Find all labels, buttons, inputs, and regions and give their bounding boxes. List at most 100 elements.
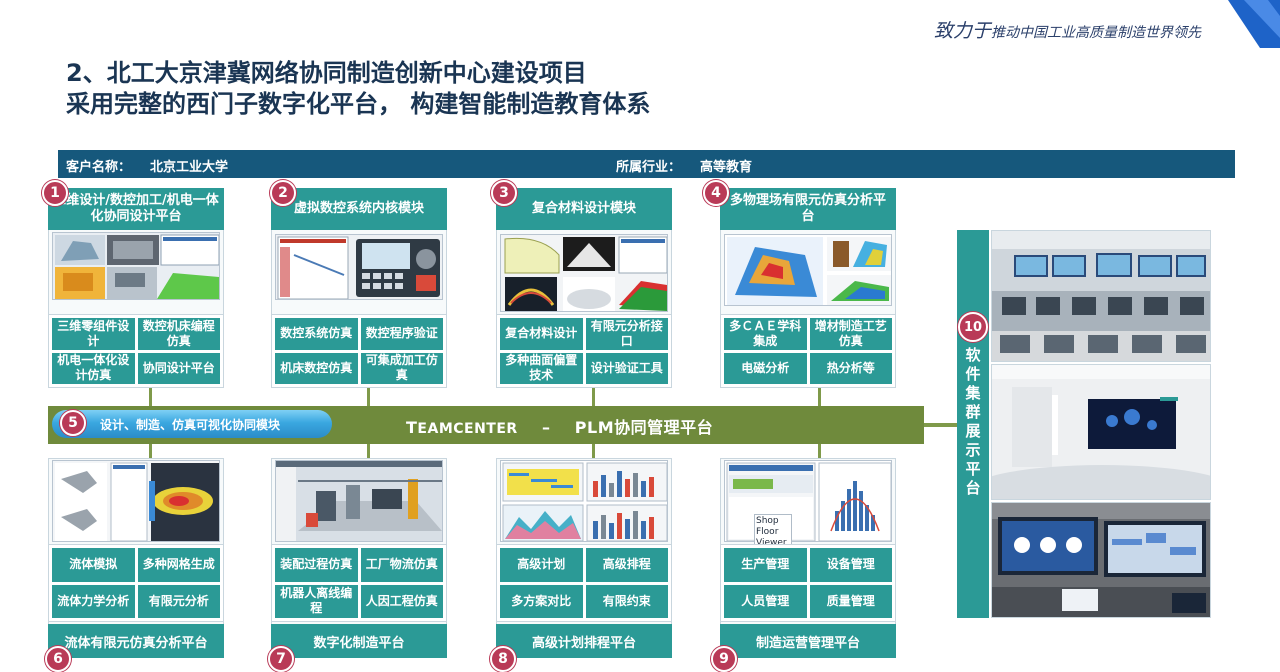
- module-9: Shop Floor Viewer 生产管理 设备管理 人员管理 质量管理 制造…: [720, 458, 896, 658]
- badge-5: 5: [60, 410, 86, 436]
- plm-side-connector: [924, 423, 958, 427]
- module-7-grid: 装配过程仿真 工厂物流仿真 机器人离线编程 人因工程仿真: [271, 544, 447, 622]
- connector-2: [367, 388, 370, 406]
- module-2-title: 虚拟数控系统内核模块: [271, 188, 447, 230]
- module-2-grid: 数控系统仿真 数控程序验证 机床数控仿真 可集成加工仿真: [271, 314, 447, 388]
- module-9-cell-3: 人员管理: [724, 584, 807, 618]
- module-7-cell-4: 人因工程仿真: [360, 584, 443, 618]
- module-6-image: [52, 460, 220, 542]
- module-3-cell-3: 多种曲面偏置技术: [500, 352, 583, 384]
- slogan: 致力于推动中国工业高质量制造世界领先: [934, 16, 1201, 43]
- module-7-cell-2: 工厂物流仿真: [360, 548, 443, 582]
- plm-prefix-cap: T: [406, 418, 418, 437]
- showcase-label: 软件集群展示平台: [965, 346, 981, 497]
- page-title-line1: 2、北工大京津冀网络协同制造创新中心建设项目: [66, 59, 587, 87]
- module-3: 复合材料设计模块 复合材料设计 有限元分析接口 多种曲面偏置技术 设计验证工具: [496, 188, 672, 388]
- connector-4: [818, 388, 821, 406]
- showcase-photo-1: [991, 230, 1211, 362]
- module-1-cell-3: 机电一体化设计仿真: [52, 352, 135, 384]
- showcase-photo-3: [991, 502, 1211, 618]
- module-4-cell-3: 电磁分析: [724, 352, 807, 384]
- visualization-module-pipe: 设计、制造、仿真可视化协同模块: [52, 410, 332, 438]
- badge-2: 2: [270, 180, 296, 206]
- badge-7: 7: [268, 646, 294, 672]
- module-1-image: [52, 232, 220, 300]
- info-bar: 客户名称： 北京工业大学 所属行业： 高等教育: [58, 150, 1235, 178]
- badge-10: 10: [958, 312, 988, 342]
- module-3-cell-1: 复合材料设计: [500, 318, 583, 350]
- module-1-cell-1: 三维零组件设计: [52, 318, 135, 350]
- module-8-cell-2: 高级排程: [585, 548, 668, 582]
- module-1-grid: 三维零组件设计 数控机床编程仿真 机电一体化设计仿真 协同设计平台: [48, 314, 224, 388]
- module-6-cell-3: 流体力学分析: [52, 584, 135, 618]
- connector-3: [592, 388, 595, 406]
- module-6-title: 流体有限元仿真分析平台: [48, 624, 224, 658]
- connector-1: [149, 388, 152, 406]
- module-1-title: 三维设计/数控加工/机电一体化协同设计平台: [48, 188, 224, 230]
- module-6-cell-1: 流体模拟: [52, 548, 135, 582]
- module-8-cell-1: 高级计划: [500, 548, 583, 582]
- module-6-grid: 流体模拟 多种网格生成 流体力学分析 有限元分析: [48, 544, 224, 622]
- plm-platform-label: TEAMCENTER – PLM协同管理平台: [406, 414, 713, 438]
- connector-9: [818, 444, 821, 458]
- module-9-grid: 生产管理 设备管理 人员管理 质量管理: [720, 544, 896, 622]
- module-1-cell-4: 协同设计平台: [137, 352, 220, 384]
- module-4-cell-4: 热分析等: [809, 352, 892, 384]
- module-2: 虚拟数控系统内核模块 数控系统仿真 数控程序验证 机床数控仿真 可集成加工仿真: [271, 188, 447, 388]
- customer-value: 北京工业大学: [150, 160, 229, 175]
- module-9-cell-4: 质量管理: [809, 584, 892, 618]
- module-6-cell-4: 有限元分析: [137, 584, 220, 618]
- badge-8: 8: [490, 646, 516, 672]
- module-9-image: [724, 460, 892, 542]
- connector-6: [149, 444, 152, 458]
- plm-name: PLM协同管理平台: [574, 418, 714, 437]
- page-title-line2: 采用完整的西门子数字化平台， 构建智能制造教育体系: [66, 90, 651, 118]
- module-3-grid: 复合材料设计 有限元分析接口 多种曲面偏置技术 设计验证工具: [496, 314, 672, 388]
- module-6-cell-2: 多种网格生成: [137, 548, 220, 582]
- module-7: 装配过程仿真 工厂物流仿真 机器人离线编程 人因工程仿真 数字化制造平台: [271, 458, 447, 658]
- module-4-image: [724, 234, 892, 306]
- module-4-title: 多物理场有限元仿真分析平台: [720, 188, 896, 230]
- module-2-image: [275, 234, 443, 300]
- module-9-title: 制造运营管理平台: [720, 624, 896, 658]
- module-8-image: [500, 460, 668, 542]
- slogan-big: 致力于: [934, 20, 992, 42]
- module-8: 高级计划 高级排程 多方案对比 有限约束 高级计划排程平台: [496, 458, 672, 658]
- module-2-cell-3: 机床数控仿真: [275, 352, 358, 384]
- module-8-title: 高级计划排程平台: [496, 624, 672, 658]
- showcase-photo-2: [991, 364, 1211, 500]
- badge-4: 4: [703, 180, 729, 206]
- pipe-label: 设计、制造、仿真可视化协同模块: [100, 418, 281, 432]
- module-3-cell-2: 有限元分析接口: [585, 318, 668, 350]
- module-7-cell-3: 机器人离线编程: [275, 584, 358, 618]
- module-1-cell-2: 数控机床编程仿真: [137, 318, 220, 350]
- badge-1: 1: [42, 180, 68, 206]
- plm-dash: –: [541, 418, 551, 437]
- module-4: 多物理场有限元仿真分析平台 多ＣＡＥ学科集成 增材制造工艺仿真 电磁分析 热分析…: [720, 188, 896, 388]
- module-7-title: 数字化制造平台: [271, 624, 447, 658]
- corner-decoration: [1228, 0, 1280, 48]
- module-2-cell-4: 可集成加工仿真: [360, 352, 443, 384]
- module-7-cell-1: 装配过程仿真: [275, 548, 358, 582]
- module-4-cell-1: 多ＣＡＥ学科集成: [724, 318, 807, 350]
- module-4-cell-2: 增材制造工艺仿真: [809, 318, 892, 350]
- industry-value: 高等教育: [700, 160, 753, 175]
- module-8-grid: 高级计划 高级排程 多方案对比 有限约束: [496, 544, 672, 622]
- module-2-cell-2: 数控程序验证: [360, 318, 443, 350]
- module-4-grid: 多ＣＡＥ学科集成 增材制造工艺仿真 电磁分析 热分析等: [720, 314, 896, 388]
- badge-9: 9: [711, 646, 737, 672]
- module-3-cell-4: 设计验证工具: [585, 352, 668, 384]
- badge-3: 3: [491, 180, 517, 206]
- module-7-image: [275, 460, 443, 542]
- customer-label: 客户名称：: [66, 160, 132, 175]
- plm-prefix-rest: EAMCENTER: [417, 421, 518, 437]
- module-8-cell-3: 多方案对比: [500, 584, 583, 618]
- module-6: 流体模拟 多种网格生成 流体力学分析 有限元分析 流体有限元仿真分析平台: [48, 458, 224, 658]
- module-9-cell-1: 生产管理: [724, 548, 807, 582]
- module-3-image: [500, 234, 668, 312]
- module-3-title: 复合材料设计模块: [496, 188, 672, 230]
- module-9-cell-2: 设备管理: [809, 548, 892, 582]
- slogan-small: 推动中国工业高质量制造世界领先: [991, 25, 1202, 41]
- industry-label: 所属行业：: [616, 160, 682, 175]
- module-2-cell-1: 数控系统仿真: [275, 318, 358, 350]
